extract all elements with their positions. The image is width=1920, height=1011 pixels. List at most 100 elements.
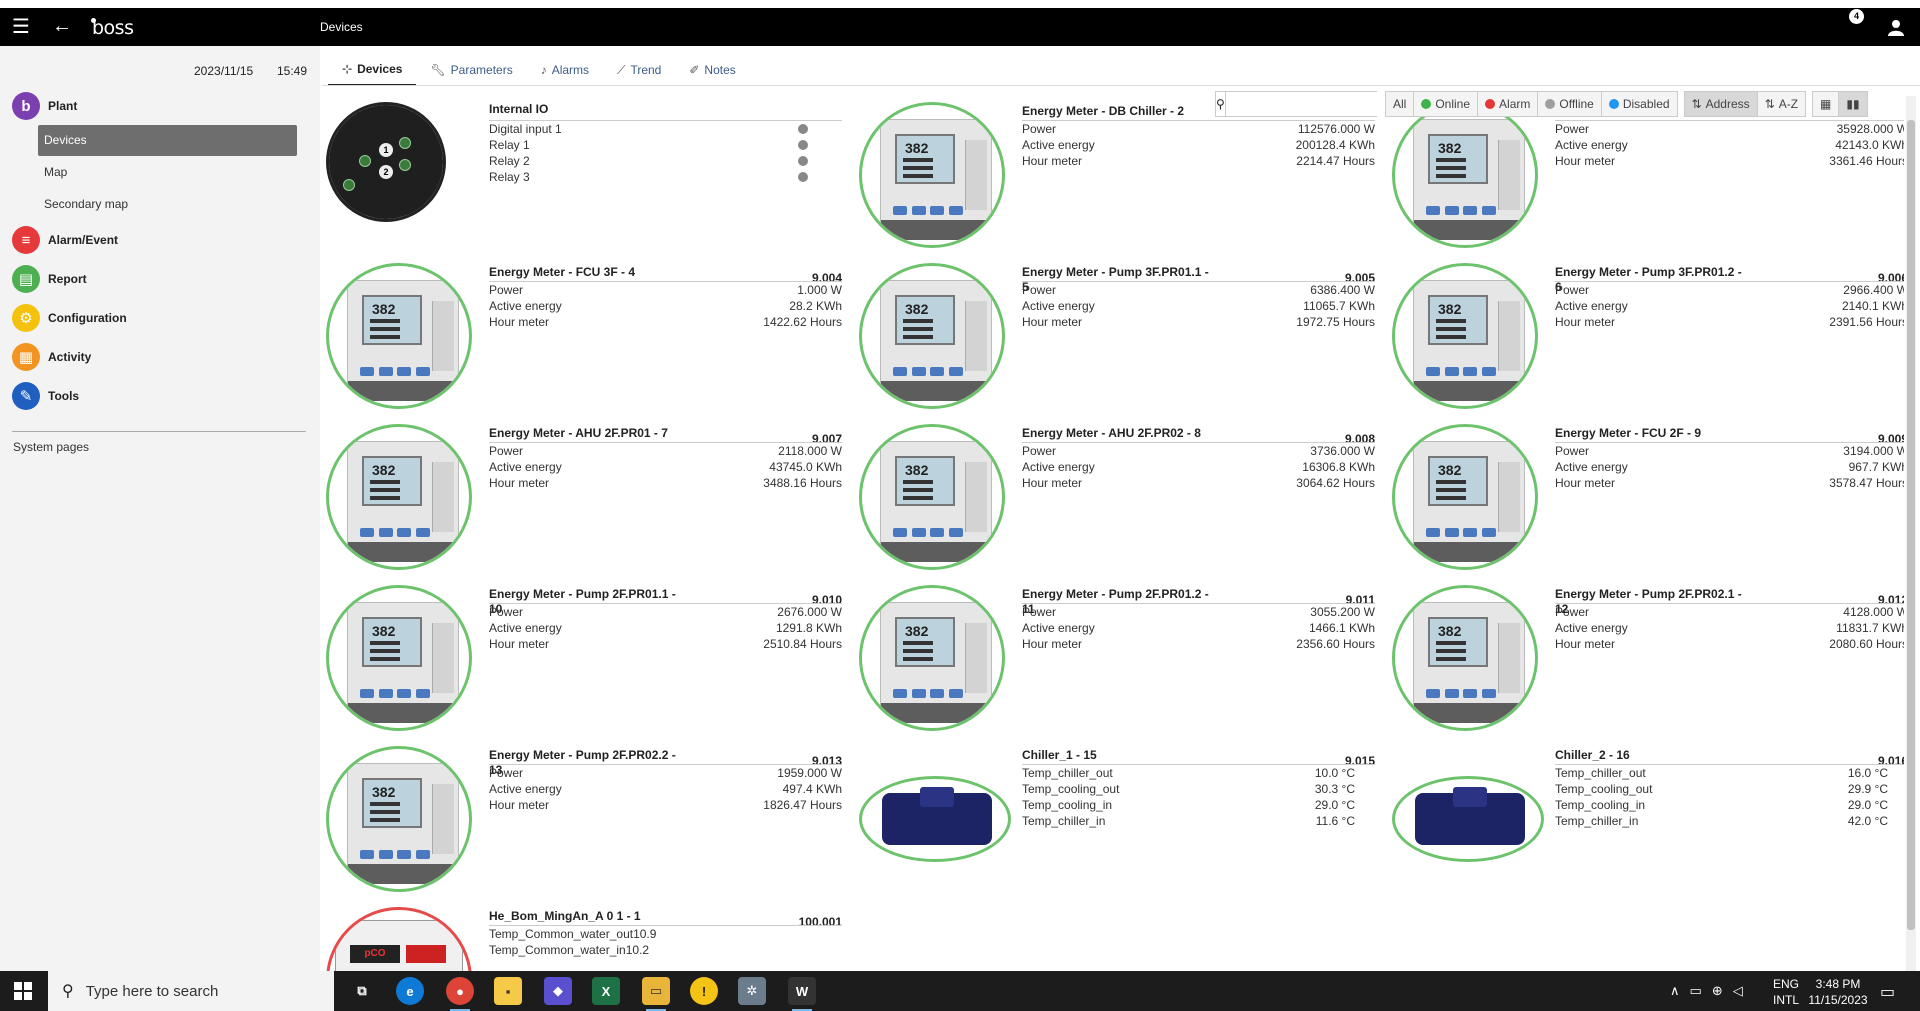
- chevron-up-icon[interactable]: ∧: [1670, 983, 1680, 999]
- device-variable-row[interactable]: Relay 1: [489, 137, 842, 153]
- device-name[interactable]: Energy Meter - AHU 2F.PR02 - 8: [1022, 426, 1212, 441]
- device-card[interactable]: 382 Energy Meter - FCU 3F - 4 9.004 Power 1.…: [322, 257, 842, 409]
- sidebar-item-system-pages[interactable]: System pages: [13, 440, 89, 454]
- device-card[interactable]: Chiller_2 - 169.016Temp_chiller_out16.0 …: [1388, 740, 1904, 890]
- sidebar-item-report[interactable]: ▤ Report: [12, 264, 87, 294]
- device-name[interactable]: Energy Meter - DB Chiller - 2: [1022, 104, 1212, 119]
- device-variable-row[interactable]: Power 2966.400 W: [1555, 282, 1904, 298]
- app-icon[interactable]: !: [690, 977, 718, 1005]
- device-card[interactable]: 382 Energy Meter - DB Chiller - 2 Power 112…: [855, 96, 1375, 248]
- device-variable-row[interactable]: Hour meter 1972.75 Hours: [1022, 314, 1375, 330]
- device-variable-row[interactable]: Temp_chiller_in 42.0 °C: [1555, 813, 1904, 829]
- device-variable-row[interactable]: Temp_Common_water_in 10.2: [489, 942, 842, 958]
- device-variable-row[interactable]: Active energy 967.7 KWh: [1555, 459, 1904, 475]
- device-variable-row[interactable]: Hour meter 3064.62 Hours: [1022, 475, 1375, 491]
- sidebar-item-alarm-event[interactable]: ≡ Alarm/Event: [12, 225, 118, 255]
- filter-online-button[interactable]: Online: [1413, 91, 1479, 117]
- device-variable-row[interactable]: Temp_chiller_out 10.0 °C: [1022, 765, 1375, 781]
- column-view-button[interactable]: ▮▮: [1838, 91, 1868, 117]
- device-variable-row[interactable]: Relay 2: [489, 153, 842, 169]
- device-card[interactable]: 382 Energy Meter - AHU 2F.PR02 - 8 9.008 Po…: [855, 418, 1375, 570]
- filter-all-button[interactable]: All: [1385, 91, 1415, 117]
- app-icon[interactable]: ◆: [544, 977, 572, 1005]
- device-variable-row[interactable]: Temp_cooling_out 30.3 °C: [1022, 781, 1375, 797]
- windows-start-icon[interactable]: [14, 982, 32, 1000]
- notification-center-icon[interactable]: ▭: [1880, 982, 1895, 1002]
- sidebar-item-devices[interactable]: Devices: [38, 125, 297, 156]
- app-icon[interactable]: ✲: [738, 977, 766, 1005]
- device-variable-row[interactable]: Power 112576.000 W: [1022, 121, 1375, 137]
- device-card[interactable]: 382Energy Meter - FCU 2F - 99.009Power31…: [1388, 418, 1904, 570]
- device-card[interactable]: 382 Energy Meter - Pump 2F.PR02.1 - 12 9.0…: [1388, 579, 1904, 731]
- device-name[interactable]: Energy Meter - AHU 2F.PR01 - 7: [489, 426, 679, 441]
- device-name[interactable]: He_Bom_MingAn_A 0 1 - 1: [489, 909, 679, 924]
- grid-view-button[interactable]: ▦: [1812, 91, 1840, 117]
- device-variable-row[interactable]: Hour meter 1826.47 Hours: [489, 797, 842, 813]
- device-image[interactable]: 382: [326, 746, 472, 892]
- device-image[interactable]: 382: [326, 263, 472, 409]
- sidebar-item-map[interactable]: Map: [38, 157, 297, 188]
- device-name[interactable]: Energy Meter - FCU 3F - 4: [489, 265, 679, 280]
- device-variable-row[interactable]: Temp_cooling_out 29.9 °C: [1555, 781, 1904, 797]
- device-card[interactable]: 1 2 Internal IO Digital input 1 Relay 1 Relay…: [322, 96, 842, 246]
- device-variable-row[interactable]: Hour meter 3488.16 Hours: [489, 475, 842, 491]
- device-card[interactable]: 382 Energy Meter - Pump 2F.PR01.2 - 11 9.0…: [855, 579, 1375, 731]
- notification-badge[interactable]: 4: [1849, 9, 1864, 24]
- device-variable-row[interactable]: Active energy 43745.0 KWh: [489, 459, 842, 475]
- device-variable-row[interactable]: Power 3194.000 W: [1555, 443, 1904, 459]
- back-arrow-icon[interactable]: ←: [52, 16, 72, 36]
- device-image[interactable]: [859, 776, 1011, 862]
- device-variable-row[interactable]: Active energy 16306.8 KWh: [1022, 459, 1375, 475]
- device-variable-row[interactable]: Power 4128.000 W: [1555, 604, 1904, 620]
- file-explorer-icon[interactable]: ▭: [642, 977, 670, 1011]
- device-variable-row[interactable]: Active energy 1466.1 KWh: [1022, 620, 1375, 636]
- device-variable-row[interactable]: Active energy 200128.4 KWh: [1022, 137, 1375, 153]
- device-variable-row[interactable]: Active energy 28.2 KWh: [489, 298, 842, 314]
- filter-offline-button[interactable]: Offline: [1537, 91, 1602, 117]
- sort-az-button[interactable]: ⇅ A-Z: [1756, 91, 1807, 117]
- tab-alarms[interactable]: ♪ Alarms: [527, 54, 603, 86]
- scrollbar-thumb[interactable]: [1907, 120, 1915, 930]
- device-name[interactable]: Chiller_1 - 15: [1022, 748, 1212, 763]
- device-image[interactable]: [1392, 776, 1544, 862]
- sidebar-item-secondary-map[interactable]: Secondary map: [38, 189, 297, 220]
- device-variable-row[interactable]: Active energy 11831.7 KWh: [1555, 620, 1904, 636]
- device-image[interactable]: 382: [1392, 424, 1538, 570]
- device-variable-row[interactable]: Power 6386.400 W: [1022, 282, 1375, 298]
- device-variable-row[interactable]: Hour meter 3578.47 Hours: [1555, 475, 1904, 491]
- device-variable-row[interactable]: Power 1959.000 W: [489, 765, 842, 781]
- hamburger-menu-icon[interactable]: ☰: [12, 17, 30, 37]
- device-card[interactable]: 382 Energy Meter - Pump 2F.PR01.1 - 10 9.0…: [322, 579, 842, 731]
- filter-alarm-button[interactable]: Alarm: [1477, 91, 1539, 117]
- device-variable-row[interactable]: Digital input 1: [489, 121, 842, 137]
- device-variable-row[interactable]: Hour meter 2214.47 Hours: [1022, 153, 1375, 169]
- device-image[interactable]: 382: [326, 424, 472, 570]
- sidebar-item-plant[interactable]: b Plant: [12, 91, 77, 121]
- task-view-icon[interactable]: ⧉: [348, 977, 376, 1005]
- device-image[interactable]: 382: [1392, 263, 1538, 409]
- brand-logo[interactable]: boss: [92, 17, 134, 39]
- device-image[interactable]: 382: [326, 585, 472, 731]
- device-variable-row[interactable]: Temp_cooling_in 29.0 °C: [1555, 797, 1904, 813]
- sticky-notes-icon[interactable]: ▪: [494, 977, 522, 1005]
- device-variable-row[interactable]: Active energy 11065.7 KWh: [1022, 298, 1375, 314]
- battery-icon[interactable]: ▭: [1690, 983, 1702, 999]
- speaker-icon[interactable]: ◁: [1733, 983, 1743, 999]
- tab-notes[interactable]: ✐ Notes: [675, 54, 749, 86]
- sidebar-item-configuration[interactable]: ⚙ Configuration: [12, 303, 127, 333]
- sort-address-button[interactable]: ⇅ Address: [1683, 91, 1758, 117]
- filter-disabled-button[interactable]: Disabled: [1600, 91, 1678, 117]
- device-image[interactable]: 382: [859, 585, 1005, 731]
- device-card[interactable]: 382 Energy Meter - Pump 2F.PR02.2 - 13 9.0…: [322, 740, 842, 892]
- user-icon[interactable]: [1887, 18, 1905, 36]
- app-icon[interactable]: W: [788, 977, 816, 1011]
- network-icon[interactable]: ⊕: [1712, 983, 1723, 999]
- device-variable-row[interactable]: Power 2118.000 W: [489, 443, 842, 459]
- device-variable-row[interactable]: Active energy 1291.8 KWh: [489, 620, 842, 636]
- device-name[interactable]: Chiller_2 - 16: [1555, 748, 1745, 763]
- device-image[interactable]: 382: [1392, 585, 1538, 731]
- device-variable-row[interactable]: Temp_chiller_out 16.0 °C: [1555, 765, 1904, 781]
- device-variable-row[interactable]: Hour meter 3361.46 Hours: [1555, 153, 1904, 169]
- device-variable-row[interactable]: Temp_Common_water_out 10.9: [489, 926, 842, 942]
- device-variable-row[interactable]: Hour meter 2391.56 Hours: [1555, 314, 1904, 330]
